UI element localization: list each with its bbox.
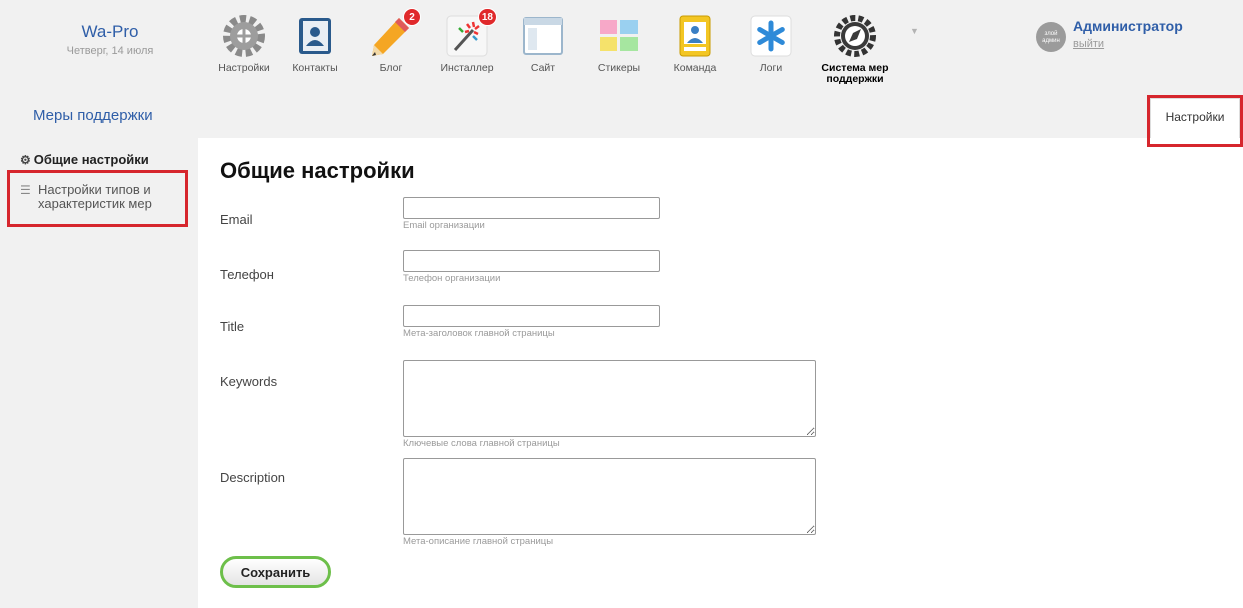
keywords-label: Keywords (220, 374, 278, 389)
app-team[interactable]: Команда (659, 14, 731, 74)
list-icon: ☰ (20, 183, 31, 197)
pencil-icon: 2 (369, 8, 421, 58)
meta-title-field[interactable] (403, 305, 660, 327)
app-label: Блог (379, 62, 403, 74)
title-field-group: Мета-заголовок главной страницы (403, 305, 660, 339)
avatar[interactable]: злой админ (1036, 22, 1066, 52)
site-window-icon (521, 14, 565, 58)
phone-field-group: Телефон организации (403, 250, 660, 284)
phone-field[interactable] (403, 250, 660, 272)
sidebar-item-label: Настройки типов и характеристик мер (38, 182, 152, 211)
app-label: Логи (759, 62, 783, 74)
app-installer[interactable]: 18 Инсталлер (431, 8, 503, 74)
app-label: Настройки (218, 62, 270, 74)
app-title[interactable]: Меры поддержки (33, 107, 153, 124)
current-date: Четверг, 14 июля (66, 45, 154, 57)
main-content: Общие настройки Email Email организации … (198, 138, 1243, 608)
keywords-field[interactable] (403, 360, 816, 437)
email-field-group: Email организации (403, 197, 660, 231)
keywords-field-group: Ключевые слова главной страницы (403, 360, 816, 449)
brand-name[interactable]: Wa-Pro (60, 22, 160, 42)
team-badge-icon (673, 14, 717, 58)
sidebar-item-label: Общие настройки (33, 152, 149, 167)
app-blog[interactable]: 2 Блог (355, 8, 427, 74)
app-label: Инсталлер (440, 62, 494, 74)
description-hint: Мета-описание главной страницы (403, 536, 554, 547)
app-label: Контакты (292, 62, 338, 74)
notification-badge: 18 (477, 8, 497, 26)
app-support-system[interactable]: Система мер поддержки (811, 14, 899, 85)
title-hint: Мета-заголовок главной страницы (403, 328, 555, 339)
app-label: Стикеры (597, 62, 641, 74)
description-field-group: Мета-описание главной страницы (403, 458, 816, 547)
notification-badge: 2 (403, 8, 421, 26)
brand[interactable]: Wa-Pro Четверг, 14 июля (60, 22, 160, 57)
description-field[interactable] (403, 458, 816, 535)
app-site[interactable]: Сайт (507, 14, 579, 74)
contacts-book-icon (293, 14, 337, 58)
tab-settings[interactable]: Настройки (1150, 98, 1240, 138)
title-label: Title (220, 319, 245, 334)
phone-hint: Телефон организации (403, 273, 501, 284)
app-contacts[interactable]: Контакты (279, 14, 351, 74)
app-stickers[interactable]: Стикеры (583, 14, 655, 74)
email-label: Email (220, 212, 253, 227)
stickers-icon (597, 14, 641, 58)
user-name[interactable]: Администратор (1073, 18, 1183, 34)
app-label: Команда (673, 62, 717, 74)
app-logs[interactable]: Логи (735, 14, 807, 74)
gears-icon: ⚙ (20, 153, 31, 167)
description-label: Description (220, 470, 286, 485)
keywords-hint: Ключевые слова главной страницы (403, 438, 560, 449)
support-system-compass-icon (833, 14, 877, 58)
logs-asterisk-icon (749, 14, 793, 58)
installer-sparkle-icon: 18 (445, 8, 497, 58)
save-button[interactable]: Сохранить (220, 556, 331, 588)
chevron-down-icon[interactable]: ▼ (910, 26, 919, 36)
page-title: Общие настройки (220, 158, 415, 183)
app-label: Сайт (530, 62, 556, 74)
app-settings[interactable]: Настройки (208, 14, 280, 74)
email-hint: Email организации (403, 220, 485, 231)
phone-label: Телефон (220, 267, 274, 282)
app-label: Система мер поддержки (821, 62, 889, 85)
email-field[interactable] (403, 197, 660, 219)
sidebar-item-type-settings[interactable]: ☰ Настройки типов и характеристик мер (20, 183, 180, 211)
sidebar-item-general-settings[interactable]: ⚙ Общие настройки (20, 152, 149, 167)
logout-link[interactable]: выйти (1073, 38, 1104, 50)
settings-gear-icon (222, 14, 266, 58)
